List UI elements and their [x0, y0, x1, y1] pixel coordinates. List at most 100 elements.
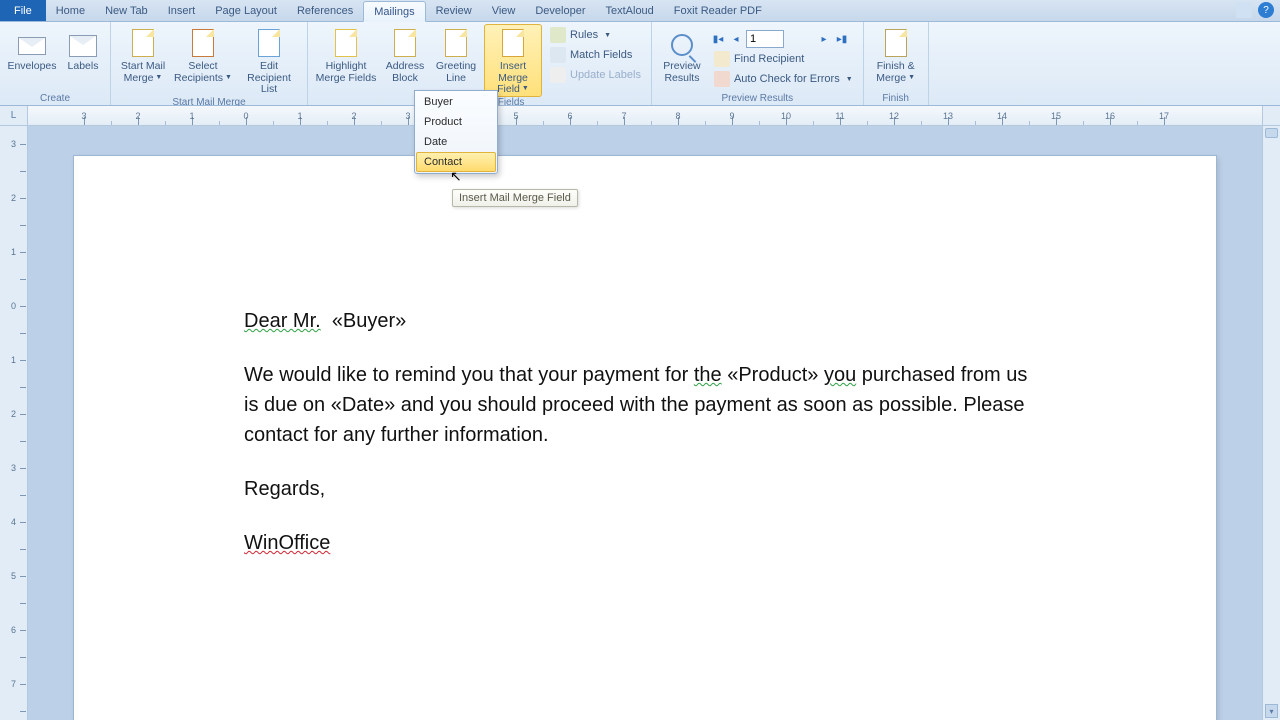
- edit-recipient-list-label: Edit Recipient List: [238, 61, 300, 96]
- insert-merge-field-menu[interactable]: Buyer Product Date Contact: [414, 90, 498, 174]
- body-the: the: [694, 364, 722, 386]
- scroll-down-button[interactable]: ▾: [1265, 704, 1278, 718]
- merge-menu-item-contact[interactable]: Contact: [416, 152, 496, 172]
- recipients-icon: [192, 29, 214, 57]
- finish-label: Finish & Merge▼: [871, 61, 921, 84]
- regards-line: Regards,: [244, 474, 1046, 504]
- finish-merge-button[interactable]: Finish & Merge▼: [870, 24, 922, 85]
- body-paragraph: We would like to remind you that your pa…: [244, 360, 1046, 450]
- auto-label: Auto Check for Errors: [734, 73, 840, 85]
- tab-foxit[interactable]: Foxit Reader PDF: [664, 0, 772, 21]
- update-icon: [550, 67, 566, 83]
- merge-menu-item-product[interactable]: Product: [416, 112, 496, 132]
- greeting-label: Greeting Line: [433, 61, 479, 84]
- auto-check-errors-button[interactable]: Auto Check for Errors▼: [710, 70, 857, 88]
- first-record-button[interactable]: ▮◂: [710, 31, 726, 47]
- tab-bar: File Home New Tab Insert Page Layout Ref…: [0, 0, 1280, 22]
- tab-page-layout[interactable]: Page Layout: [205, 0, 287, 21]
- highlight-icon: [335, 29, 357, 57]
- highlight-label: Highlight Merge Fields: [315, 61, 377, 84]
- envelope-icon: [18, 37, 46, 55]
- signature-line: WinOffice: [244, 528, 1046, 558]
- select-recipients-button[interactable]: Select Recipients▼: [173, 24, 233, 85]
- match-icon: [550, 47, 566, 63]
- merge-menu-item-date[interactable]: Date: [416, 132, 496, 152]
- tab-new[interactable]: New Tab: [95, 0, 158, 21]
- group-finish-label: Finish: [882, 91, 909, 105]
- document-page[interactable]: Dear Mr. «Buyer» We would like to remind…: [74, 156, 1216, 720]
- tab-review[interactable]: Review: [426, 0, 482, 21]
- group-preview-label: Preview Results: [721, 91, 793, 105]
- scroll-up-button[interactable]: [1265, 128, 1278, 138]
- rules-icon: [550, 27, 566, 43]
- insert-merge-field-button[interactable]: Insert Merge Field▼: [484, 24, 542, 97]
- next-record-button[interactable]: ▸: [816, 31, 832, 47]
- tab-home[interactable]: Home: [46, 0, 95, 21]
- vertical-ruler[interactable]: 32101234567: [0, 126, 28, 720]
- rules-button[interactable]: Rules▼: [546, 26, 645, 44]
- tab-mailings[interactable]: Mailings: [363, 1, 425, 22]
- body-seg-1: We would like to remind you that your pa…: [244, 364, 694, 386]
- address-label: Address Block: [383, 61, 427, 84]
- find-recipient-button[interactable]: Find Recipient: [710, 50, 857, 68]
- last-record-button[interactable]: ▸▮: [834, 31, 850, 47]
- insert-merge-field-tooltip: Insert Mail Merge Field: [452, 189, 578, 207]
- finish-icon: [885, 29, 907, 57]
- signature-text: WinOffice: [244, 532, 330, 554]
- envelopes-label: Envelopes: [7, 61, 56, 73]
- document-icon: [132, 29, 154, 57]
- horizontal-ruler-row: L 32101234567891011121314151617: [0, 106, 1280, 126]
- record-number-input[interactable]: [746, 30, 784, 48]
- insert-field-icon: [502, 29, 524, 57]
- envelopes-button[interactable]: Envelopes: [6, 24, 58, 74]
- find-label: Find Recipient: [734, 53, 804, 65]
- body-you: you: [824, 364, 856, 386]
- tab-selector[interactable]: L: [0, 106, 28, 125]
- merge-menu-item-buyer[interactable]: Buyer: [416, 92, 496, 112]
- start-mail-merge-button[interactable]: Start Mail Merge▼: [117, 24, 169, 85]
- prev-record-button[interactable]: ◂: [728, 31, 744, 47]
- tab-file[interactable]: File: [0, 0, 46, 21]
- find-icon: [714, 51, 730, 67]
- magnifier-icon: [671, 34, 693, 56]
- group-create-label: Create: [40, 91, 70, 105]
- tab-view[interactable]: View: [482, 0, 526, 21]
- group-preview-results: Preview Results ▮◂ ◂ ▸ ▸▮ Find Recipient…: [652, 22, 864, 105]
- help-icon[interactable]: ?: [1258, 2, 1274, 18]
- page-area[interactable]: Dear Mr. «Buyer» We would like to remind…: [28, 126, 1262, 720]
- group-create: Envelopes Labels Create: [0, 22, 111, 105]
- document-body[interactable]: Dear Mr. «Buyer» We would like to remind…: [74, 156, 1216, 558]
- preview-label: Preview Results: [659, 61, 705, 84]
- edit-list-icon: [258, 29, 280, 57]
- group-finish: Finish & Merge▼ Finish: [864, 22, 929, 105]
- vertical-scrollbar[interactable]: ▾: [1262, 126, 1280, 720]
- labels-button[interactable]: Labels: [62, 24, 104, 74]
- update-label: Update Labels: [570, 69, 641, 81]
- tab-references[interactable]: References: [287, 0, 363, 21]
- greeting-line-button[interactable]: Greeting Line: [432, 24, 480, 85]
- tab-textaloud[interactable]: TextAloud: [595, 0, 663, 21]
- labels-icon: [69, 35, 97, 57]
- select-recipients-label: Select Recipients▼: [174, 61, 232, 84]
- address-icon: [394, 29, 416, 57]
- edit-recipient-list-button[interactable]: Edit Recipient List: [237, 24, 301, 97]
- tab-insert[interactable]: Insert: [158, 0, 206, 21]
- ribbon: Envelopes Labels Create Start Mail Merge…: [0, 22, 1280, 106]
- check-icon: [714, 71, 730, 87]
- match-fields-button[interactable]: Match Fields: [546, 46, 645, 64]
- address-block-button[interactable]: Address Block: [382, 24, 428, 85]
- tab-developer[interactable]: Developer: [525, 0, 595, 21]
- workspace: 32101234567 Dear Mr. «Buyer» We would li…: [0, 126, 1280, 720]
- record-navigator: ▮◂ ◂ ▸ ▸▮: [710, 26, 857, 48]
- greeting-prefix: Dear Mr.: [244, 310, 321, 332]
- labels-label: Labels: [68, 61, 99, 73]
- minimize-ribbon-icon[interactable]: [1236, 2, 1252, 18]
- horizontal-ruler[interactable]: 32101234567891011121314151617: [28, 106, 1262, 125]
- ruler-right-gap: [1262, 106, 1280, 125]
- preview-results-button[interactable]: Preview Results: [658, 24, 706, 85]
- match-label: Match Fields: [570, 49, 632, 61]
- greeting-line: Dear Mr. «Buyer»: [244, 306, 1046, 336]
- body-seg-2: «Product»: [722, 364, 824, 386]
- highlight-merge-fields-button[interactable]: Highlight Merge Fields: [314, 24, 378, 85]
- start-mail-merge-label: Start Mail Merge▼: [118, 61, 168, 84]
